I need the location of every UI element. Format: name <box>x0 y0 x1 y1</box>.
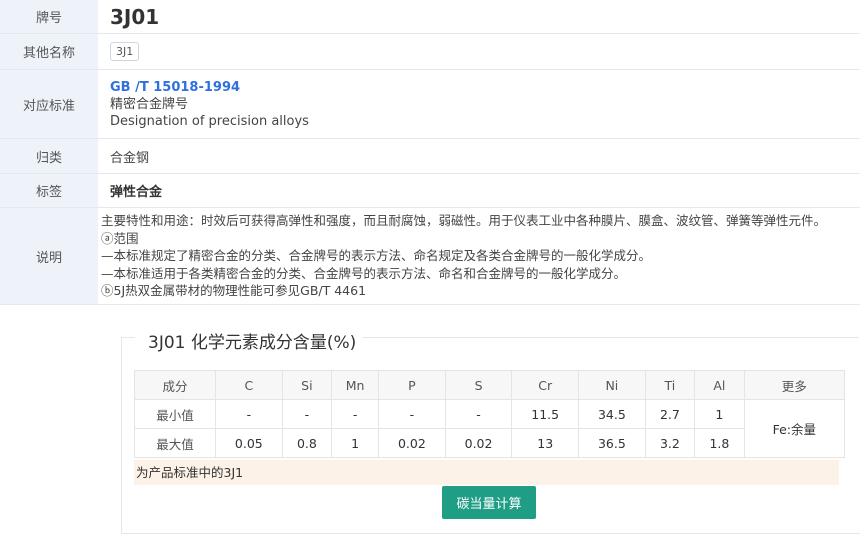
column-header: P <box>378 370 446 400</box>
column-header: S <box>444 370 513 400</box>
description-line: —本标准适用于各类精密合金的分类、合金牌号的表示方法、命名和合金牌号的一般化学成… <box>101 265 627 281</box>
panel-border-left <box>121 337 135 338</box>
table-cell: 1.8 <box>694 428 745 458</box>
column-header: Mn <box>331 370 380 400</box>
grade-label: 牌号 <box>0 0 98 33</box>
standard-label: 对应标准 <box>0 70 98 138</box>
table-cell: 3.2 <box>644 428 696 458</box>
table-cell: 36.5 <box>578 428 646 458</box>
column-header: Si <box>281 370 333 400</box>
column-header: 成分 <box>134 370 216 400</box>
category-row: 归类 合金钢 <box>0 139 860 174</box>
table-cell: 0.8 <box>281 428 333 458</box>
table-cell: 11.5 <box>511 399 580 429</box>
grade-value: 3J01 <box>110 4 160 29</box>
other-names-row: 其他名称 3J1 <box>0 34 860 70</box>
table-cell: - <box>331 399 380 429</box>
max-row-label: 最大值 <box>134 428 216 458</box>
standard-row: 对应标准 GB /T 15018-1994 精密合金牌号 Designation… <box>0 70 860 139</box>
table-cell: - <box>215 399 283 429</box>
grade-row: 牌号 3J01 <box>0 0 860 34</box>
tag-row: 标签 弹性合金 <box>0 174 860 208</box>
table-cell: 0.02 <box>378 428 446 458</box>
table-cell: 13 <box>511 428 580 458</box>
table-cell: 2.7 <box>644 399 696 429</box>
tag-label: 标签 <box>0 174 98 207</box>
table-cell: - <box>378 399 446 429</box>
column-header: 更多 <box>743 370 846 400</box>
description-line: —本标准规定了精密合金的分类、合金牌号的表示方法、命名规定及各类合金牌号的一般化… <box>101 248 652 264</box>
other-names-label: 其他名称 <box>0 34 98 69</box>
product-standard-note: 为产品标准中的3J1 <box>134 460 839 485</box>
column-header: C <box>215 370 283 400</box>
description-label: 说明 <box>0 208 98 304</box>
description-line: ⓐ范围 <box>101 230 139 246</box>
column-header: Cr <box>511 370 580 400</box>
table-cell: 0.02 <box>444 428 513 458</box>
table-cell: 34.5 <box>578 399 646 429</box>
other-name-tag[interactable]: 3J1 <box>110 42 140 61</box>
column-header: Al <box>694 370 745 400</box>
category-value[interactable]: 合金钢 <box>98 139 860 173</box>
table-cell: 1 <box>331 428 380 458</box>
table-cell: - <box>281 399 333 429</box>
composition-header-row: 成分 C Si Mn P S Cr Ni Ti Al 更多 <box>134 370 846 400</box>
composition-legend: 3J01 化学元素成分含量(%) <box>145 328 360 353</box>
composition-table: 成分 C Si Mn P S Cr Ni Ti Al 更多 最小值 - - - … <box>134 370 846 458</box>
description-text: 主要特性和用途：时效后可获得高弹性和强度，而且耐腐蚀，弱磁性。用于仪表工业中各种… <box>98 208 860 304</box>
panel-border-right <box>362 337 859 338</box>
table-cell: 0.05 <box>215 428 283 458</box>
description-line: 主要特性和用途：时效后可获得高弹性和强度，而且耐腐蚀，弱磁性。用于仪表工业中各种… <box>101 213 827 229</box>
table-cell: 1 <box>694 399 745 429</box>
description-line: ⓑ5J热双金属带材的物理性能可参见GB/T 4461 <box>101 283 367 299</box>
column-header: Ni <box>578 370 646 400</box>
more-cell: Fe:余量 <box>743 399 846 458</box>
standard-name-cn: 精密合金牌号 <box>110 96 189 112</box>
standard-code-link[interactable]: GB /T 15018-1994 <box>110 79 860 96</box>
table-cell: - <box>444 399 513 429</box>
category-label: 归类 <box>0 139 98 173</box>
column-header: Ti <box>644 370 696 400</box>
info-table: 牌号 3J01 其他名称 3J1 对应标准 GB /T 15018-1994 精… <box>0 0 860 305</box>
min-row-label: 最小值 <box>134 399 216 429</box>
description-row: 说明 主要特性和用途：时效后可获得高弹性和强度，而且耐腐蚀，弱磁性。用于仪表工业… <box>0 208 860 305</box>
table-row: 最小值 - - - - - 11.5 34.5 2.7 1 Fe:余量 <box>134 399 846 458</box>
standard-name-en: Designation of precision alloys <box>110 113 309 129</box>
carbon-equivalent-button[interactable]: 碳当量计算 <box>442 486 536 519</box>
tag-value[interactable]: 弹性合金 <box>98 174 860 207</box>
table-row: 最大值 0.05 0.8 1 0.02 0.02 13 36.5 3.2 1.8 <box>134 428 845 458</box>
